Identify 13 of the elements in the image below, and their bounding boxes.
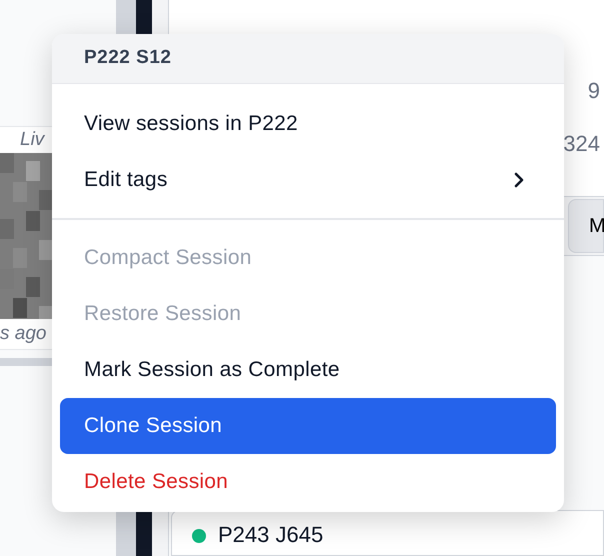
menu-item[interactable]: Edit tags: [60, 152, 556, 208]
menu-item[interactable]: Mark Session as Complete: [60, 342, 556, 398]
status-label: Liv: [20, 128, 44, 152]
action-button[interactable]: M: [568, 199, 604, 253]
stat-value: 9: [588, 77, 600, 105]
menu-item[interactable]: Delete Session: [60, 454, 556, 510]
chevron-right-icon: [514, 172, 524, 188]
menu-title: P222 S12: [84, 46, 172, 70]
stat-value: 324: [563, 130, 600, 158]
menu-item[interactable]: Clone Session: [60, 398, 556, 454]
menu-item[interactable]: View sessions in P222: [60, 96, 556, 152]
session-title: P243 J645: [218, 521, 324, 549]
timestamp-text: s ago: [0, 322, 46, 346]
